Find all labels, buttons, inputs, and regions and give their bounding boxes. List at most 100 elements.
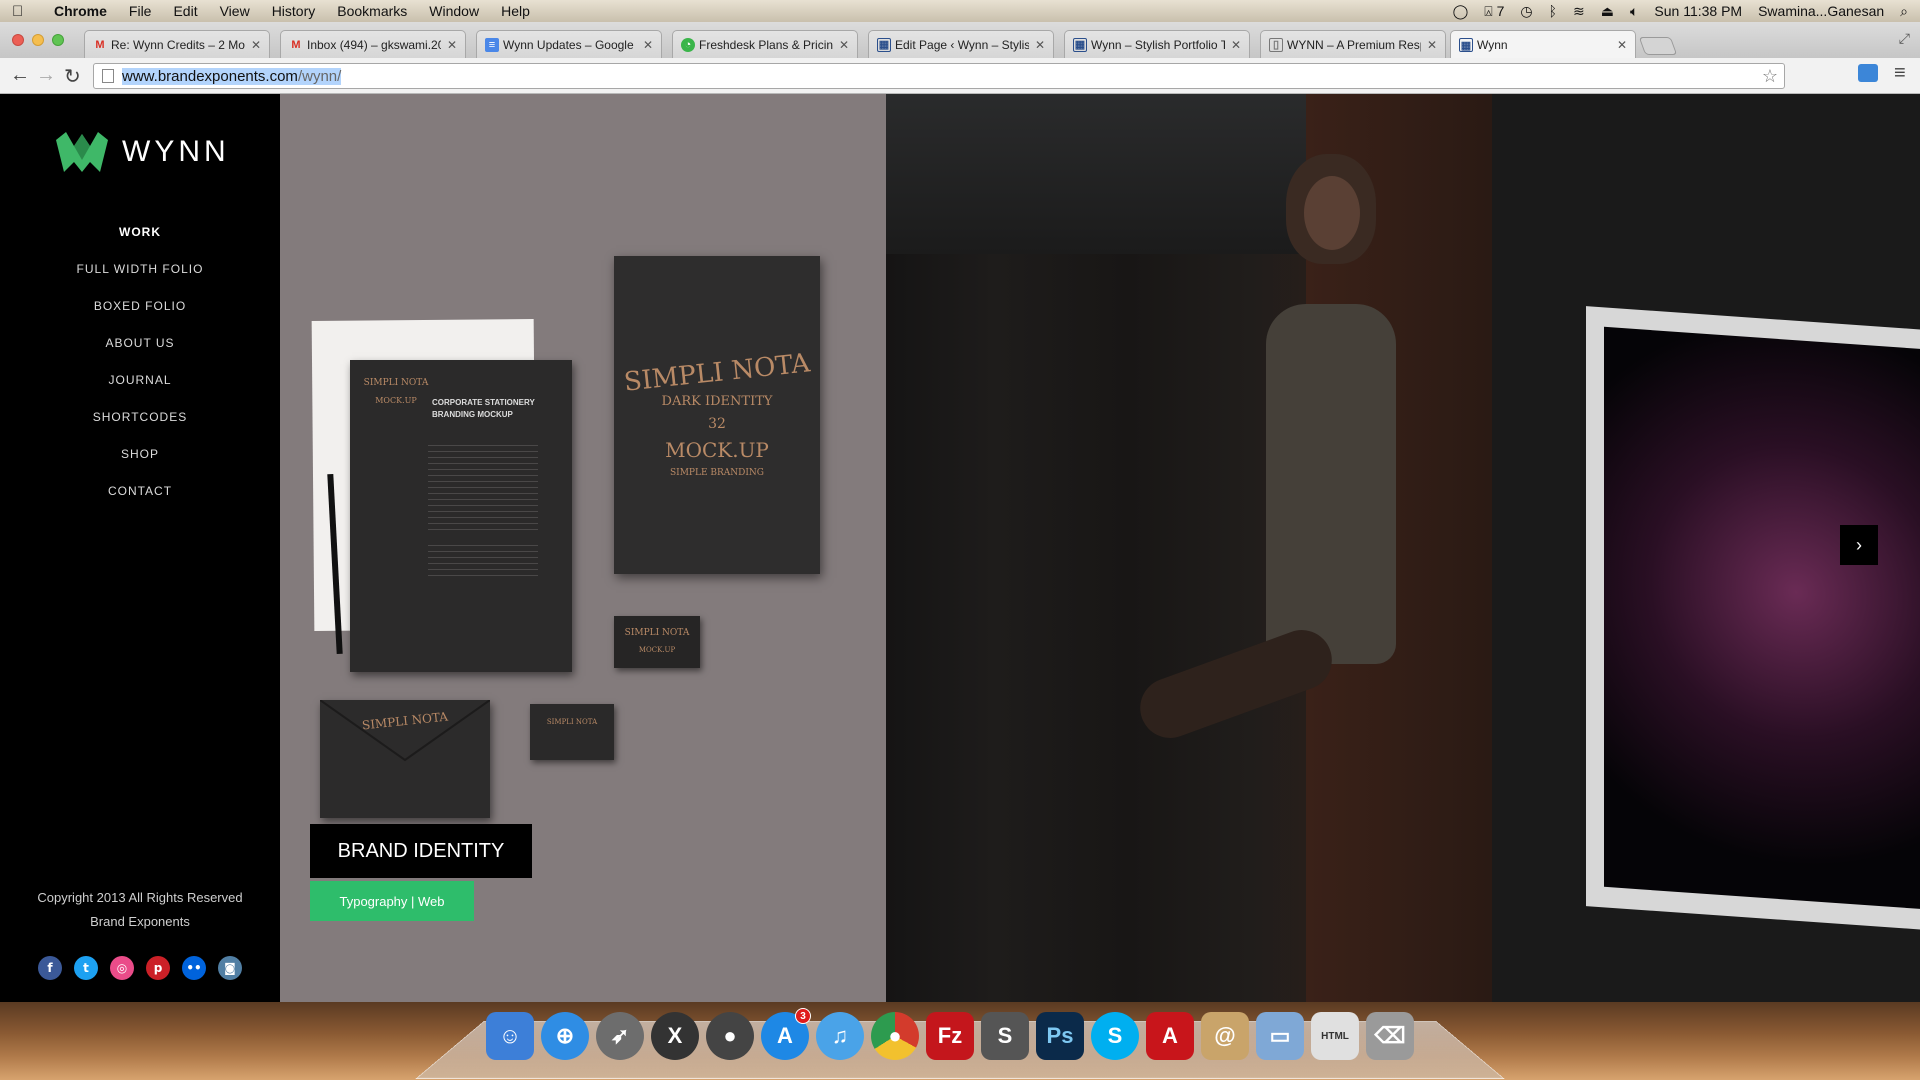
tab-gmail-inbox[interactable]: M Inbox (494) – gkswami.20 ✕ bbox=[280, 30, 466, 58]
volume-icon[interactable]: 🔈︎ bbox=[1630, 3, 1638, 20]
notification-icon[interactable]: ◯ bbox=[1453, 3, 1469, 20]
filezilla-icon[interactable]: Fz bbox=[926, 1012, 974, 1060]
tab-title: Freshdesk Plans & Pricing bbox=[699, 37, 833, 52]
safari-icon[interactable]: ⊕ bbox=[541, 1012, 589, 1060]
finder-icon[interactable]: ☺ bbox=[486, 1012, 534, 1060]
tab-wynn-active[interactable]: ▦ Wynn ✕ bbox=[1450, 30, 1636, 59]
trash-icon[interactable]: ⌫ bbox=[1366, 1012, 1414, 1060]
close-tab-icon[interactable]: ✕ bbox=[1231, 38, 1241, 52]
grid-icon: ▦ bbox=[1073, 37, 1087, 52]
minimize-window-button[interactable] bbox=[32, 34, 44, 46]
folder-sub: DARK IDENTITY bbox=[661, 394, 773, 409]
tab-title: WYNN – A Premium Respo bbox=[1287, 37, 1421, 52]
bluetooth-icon[interactable]: ᛒ bbox=[1549, 3, 1557, 19]
close-tab-icon[interactable]: ✕ bbox=[447, 38, 457, 52]
chrome-icon[interactable]: ● bbox=[871, 1012, 919, 1060]
x11-icon[interactable]: X bbox=[651, 1012, 699, 1060]
apple-icon[interactable]:  bbox=[12, 3, 34, 20]
close-tab-icon[interactable]: ✕ bbox=[1035, 38, 1045, 52]
menu-bookmarks[interactable]: Bookmarks bbox=[337, 3, 407, 19]
skype-icon[interactable]: S bbox=[1091, 1012, 1139, 1060]
reload-icon[interactable]: ↻ bbox=[64, 64, 81, 89]
new-tab-button[interactable] bbox=[1638, 37, 1678, 55]
tab-title: Edit Page ‹ Wynn – Stylish bbox=[895, 37, 1029, 52]
letterhead-heading: CORPORATE STATIONERY bbox=[432, 398, 535, 407]
nav-contact[interactable]: CONTACT bbox=[0, 484, 280, 521]
next-slide-button[interactable]: › bbox=[1840, 525, 1878, 565]
menu-edit[interactable]: Edit bbox=[173, 3, 197, 19]
nav-about-us[interactable]: ABOUT US bbox=[0, 336, 280, 373]
launchpad-icon[interactable]: ➶ bbox=[596, 1012, 644, 1060]
nav-full-width-folio[interactable]: FULL WIDTH FOLIO bbox=[0, 262, 280, 299]
user-name[interactable]: Swamina...Ganesan bbox=[1758, 3, 1884, 19]
dribbble-icon[interactable]: ◎ bbox=[110, 956, 134, 980]
facebook-icon[interactable]: f bbox=[38, 956, 62, 980]
close-tab-icon[interactable]: ✕ bbox=[839, 38, 849, 52]
dress-shape bbox=[1266, 304, 1396, 664]
business-card: SIMPLI NOTA MOCK.UP bbox=[614, 616, 700, 668]
time-machine-icon[interactable]: ◷ bbox=[1520, 3, 1532, 20]
dvd-icon[interactable]: ● bbox=[706, 1012, 754, 1060]
extension-icon[interactable] bbox=[1858, 64, 1878, 82]
close-tab-icon[interactable]: ✕ bbox=[643, 38, 653, 52]
face-shape bbox=[1304, 176, 1360, 250]
nav-shop[interactable]: SHOP bbox=[0, 447, 280, 484]
menu-icon[interactable]: ≡ bbox=[1894, 62, 1906, 85]
tab-title: Re: Wynn Credits – 2 More bbox=[111, 37, 245, 52]
url-text[interactable]: www.brandexponents.com/wynn/ bbox=[122, 67, 342, 85]
sublime-icon[interactable]: S bbox=[981, 1012, 1029, 1060]
main-nav: WORK FULL WIDTH FOLIO BOXED FOLIO ABOUT … bbox=[0, 225, 280, 521]
html-file-icon[interactable]: HTML bbox=[1311, 1012, 1359, 1060]
slide-title[interactable]: BRAND IDENTITY bbox=[310, 824, 532, 878]
menu-app-name[interactable]: Chrome bbox=[54, 3, 107, 19]
menu-file[interactable]: File bbox=[129, 3, 152, 19]
tab-gmail-credits[interactable]: M Re: Wynn Credits – 2 More ✕ bbox=[84, 30, 270, 58]
envelope-mockup: SIMPLI NOTA bbox=[319, 699, 491, 818]
nav-boxed-folio[interactable]: BOXED FOLIO bbox=[0, 299, 280, 336]
eject-icon[interactable]: ⏏ bbox=[1601, 3, 1614, 20]
menu-history[interactable]: History bbox=[272, 3, 316, 19]
adobe-updater-icon[interactable]: ⍓ 7 bbox=[1484, 3, 1504, 20]
slide-tags[interactable]: Typography | Web bbox=[310, 881, 474, 921]
nav-shortcodes[interactable]: SHORTCODES bbox=[0, 410, 280, 447]
menu-view[interactable]: View bbox=[220, 3, 250, 19]
close-tab-icon[interactable]: ✕ bbox=[1617, 38, 1627, 52]
app-store-icon[interactable]: A3 bbox=[761, 1008, 811, 1060]
close-tab-icon[interactable]: ✕ bbox=[1427, 38, 1437, 52]
forward-icon[interactable]: → bbox=[36, 64, 56, 87]
bookmark-star-icon[interactable]: ☆ bbox=[1762, 66, 1778, 87]
address-bar[interactable]: www.brandexponents.com/wynn/ ☆ bbox=[93, 63, 1785, 89]
itunes-icon[interactable]: ♫ bbox=[816, 1012, 864, 1060]
wifi-icon[interactable]: ≋ bbox=[1573, 3, 1585, 20]
nav-work[interactable]: WORK bbox=[0, 225, 280, 262]
tab-title: Inbox (494) – gkswami.20 bbox=[307, 37, 441, 52]
instagram-icon[interactable]: ◙ bbox=[218, 956, 242, 980]
tab-edit-page[interactable]: ▦ Edit Page ‹ Wynn – Stylish ✕ bbox=[868, 30, 1054, 58]
slide-portrait-photo[interactable] bbox=[886, 94, 1492, 1002]
close-tab-icon[interactable]: ✕ bbox=[251, 38, 261, 52]
nav-journal[interactable]: JOURNAL bbox=[0, 373, 280, 410]
spotlight-icon[interactable]: ⌕ bbox=[1900, 3, 1908, 20]
twitter-icon[interactable]: t bbox=[74, 956, 98, 980]
photoshop-icon[interactable]: Ps bbox=[1036, 1012, 1084, 1060]
acrobat-icon[interactable]: A bbox=[1146, 1012, 1194, 1060]
browser-toolbar: ← → ↻ www.brandexponents.com/wynn/ ☆ ≡ bbox=[0, 58, 1920, 94]
pinterest-icon[interactable]: p bbox=[146, 956, 170, 980]
clock[interactable]: Sun 11:38 PM bbox=[1654, 3, 1742, 19]
fullscreen-icon[interactable]: ⤢ bbox=[1899, 30, 1910, 47]
logo[interactable]: WYNN bbox=[56, 132, 230, 172]
close-window-button[interactable] bbox=[12, 34, 24, 46]
tab-wynn-premium[interactable]: ▯ WYNN – A Premium Respo ✕ bbox=[1260, 30, 1446, 58]
tab-google-docs[interactable]: ≡ Wynn Updates – Google Do ✕ bbox=[476, 30, 662, 58]
contacts-icon[interactable]: @ bbox=[1201, 1012, 1249, 1060]
tab-wynn-portfolio[interactable]: ▦ Wynn – Stylish Portfolio Th ✕ bbox=[1064, 30, 1250, 58]
folder-icon[interactable]: ▭ bbox=[1256, 1012, 1304, 1060]
menu-window[interactable]: Window bbox=[429, 3, 479, 19]
flickr-icon[interactable]: •• bbox=[182, 956, 206, 980]
tab-freshdesk[interactable]: ◔ Freshdesk Plans & Pricing ✕ bbox=[672, 30, 858, 58]
copyright: Copyright 2013 All Rights Reserved Brand… bbox=[0, 886, 280, 934]
card-label: MOCK.UP bbox=[638, 646, 676, 654]
back-icon[interactable]: ← bbox=[10, 64, 30, 87]
zoom-window-button[interactable] bbox=[52, 34, 64, 46]
menu-help[interactable]: Help bbox=[501, 3, 530, 19]
